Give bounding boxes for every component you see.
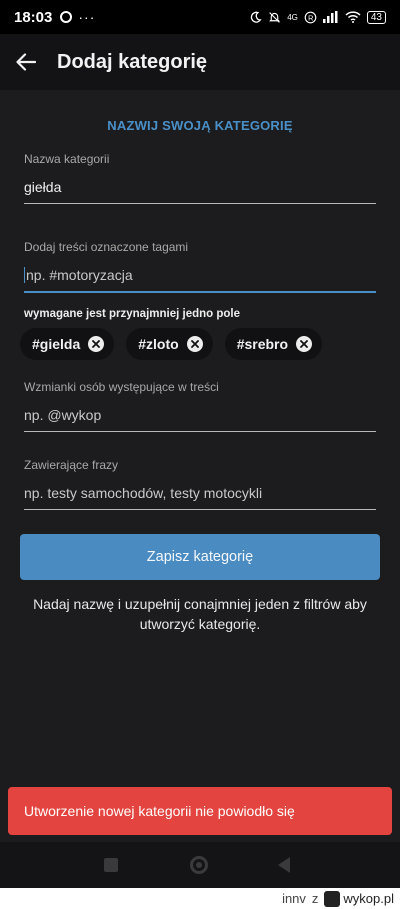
tags-placeholder: np. #motoryzacja: [26, 267, 133, 283]
roaming-icon: R: [304, 11, 317, 23]
remove-tag-icon[interactable]: [186, 336, 203, 352]
remove-tag-icon[interactable]: [88, 336, 105, 352]
svg-text:R: R: [308, 13, 313, 22]
system-nav-bar: [0, 842, 400, 888]
phrases-field[interactable]: Zawierające frazy np. testy samochodów, …: [24, 458, 376, 510]
tags-input[interactable]: np. #motoryzacja: [24, 267, 376, 285]
save-category-button[interactable]: Zapisz kategorię: [20, 534, 380, 580]
status-time: 18:03: [14, 8, 53, 26]
phrases-input[interactable]: np. testy samochodów, testy motocykli: [24, 485, 376, 503]
notification-ring-icon: [60, 11, 73, 23]
moon-icon: [251, 11, 262, 23]
watermark-sep: z: [311, 891, 319, 906]
category-name-label: Nazwa kategorii: [24, 152, 110, 166]
tag-chip-label: #srebro: [236, 336, 289, 352]
required-hint: wymagane jest przynajmniej jedno pole: [24, 308, 241, 320]
status-icons: 4G R 43: [249, 10, 386, 24]
category-name-input[interactable]: giełda: [24, 179, 376, 197]
text-cursor: [24, 267, 25, 283]
watermark-user: innv: [282, 891, 306, 906]
tag-chip-label: #gielda: [32, 336, 81, 352]
section-title: NAZWIJ SWOJĄ KATEGORIĘ: [107, 118, 293, 133]
more-notifications-icon: ···: [78, 9, 96, 25]
info-text: Nadaj nazwę i uzupełnij conajmniej jeden…: [33, 596, 367, 632]
field-underline: [24, 509, 376, 510]
field-underline: [24, 203, 376, 204]
phrases-label: Zawierające frazy: [24, 458, 119, 472]
network-type: 4G: [287, 12, 298, 22]
field-underline: [24, 431, 376, 432]
arrow-left-icon: [16, 53, 36, 71]
tag-chip[interactable]: #zloto: [126, 328, 213, 360]
error-toast: Utworzenie nowej kategorii nie powiodło …: [8, 787, 392, 835]
tags-label: Dodaj treści oznaczone tagami: [24, 240, 189, 254]
wykop-logo-icon: [324, 890, 341, 907]
back-button[interactable]: [0, 34, 54, 90]
remove-tag-icon[interactable]: [296, 336, 313, 352]
signal-icon: [322, 11, 338, 23]
tag-chips: #gielda #zloto #srebro: [20, 328, 323, 360]
category-name-field[interactable]: Nazwa kategorii giełda: [24, 152, 376, 204]
wifi-icon: [345, 11, 361, 23]
page-title: Dodaj kategorię: [57, 50, 208, 73]
recents-button[interactable]: [104, 858, 118, 872]
mentions-label: Wzmianki osób występujące w treści: [24, 380, 219, 394]
mentions-field[interactable]: Wzmianki osób występujące w treści np. @…: [24, 380, 376, 432]
tag-chip[interactable]: #srebro: [224, 328, 323, 360]
home-button[interactable]: [190, 856, 208, 874]
mentions-input[interactable]: np. @wykop: [24, 407, 376, 425]
bell-off-icon: [269, 11, 281, 23]
app-bar: Dodaj kategorię: [0, 34, 400, 90]
watermark-footer: innv z wykop.pl: [0, 888, 400, 909]
battery-icon: 43: [366, 10, 386, 24]
wykop-site: wykop.pl: [343, 891, 394, 906]
tag-chip-label: #zloto: [138, 336, 179, 352]
status-bar: 18:03 ··· 4G R 43: [0, 0, 400, 34]
home-dot-icon: [196, 862, 202, 868]
category-form: NAZWIJ SWOJĄ KATEGORIĘ Nazwa kategorii g…: [0, 90, 400, 787]
system-back-button[interactable]: [278, 857, 290, 873]
field-underline-active: [24, 291, 376, 293]
tags-field[interactable]: Dodaj treści oznaczone tagami np. #motor…: [24, 240, 376, 293]
wykop-logo: wykop.pl: [324, 890, 394, 907]
tag-chip[interactable]: #gielda: [20, 328, 115, 360]
